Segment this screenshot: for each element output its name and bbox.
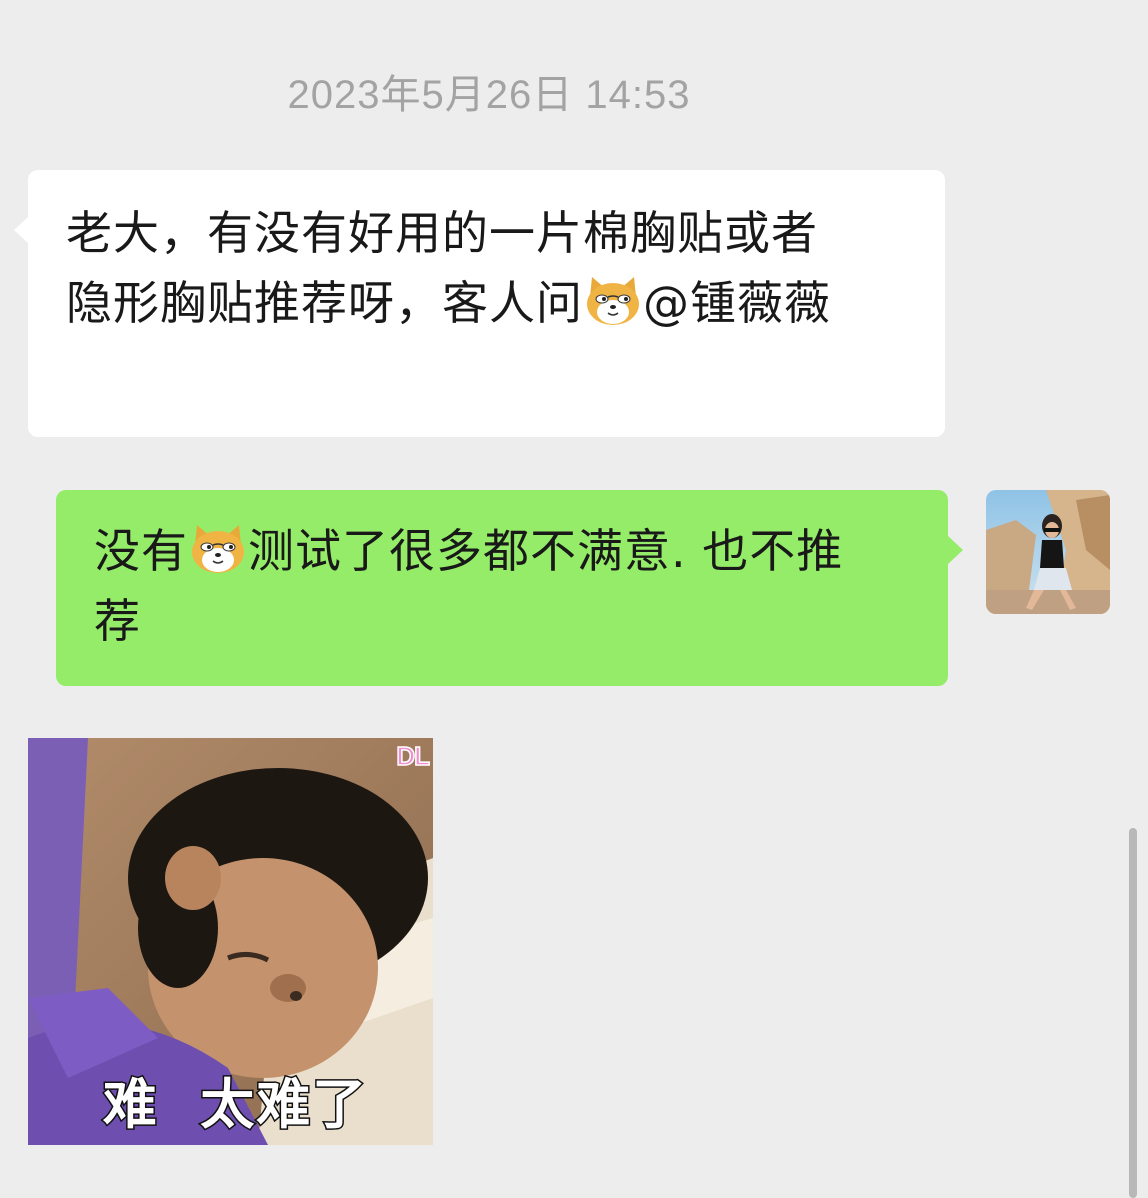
avatar-photo	[986, 490, 1110, 614]
mention-text[interactable]: @锺薇薇	[643, 276, 831, 330]
doge-emoji-icon	[192, 525, 244, 573]
incoming-message-bubble[interactable]: 老大，有没有好用的一片棉胸贴或者 隐形胸贴推荐呀，客人问 @锺薇薇	[14, 170, 945, 437]
message-text-line: 荐	[94, 586, 918, 656]
message-text-line: 隐形胸贴推荐呀，客人问 @锺薇薇	[66, 268, 909, 338]
message-text: 荐	[94, 594, 141, 648]
avatar[interactable]	[986, 490, 1110, 614]
message-text: 测试了很多都不满意. 也不推	[248, 524, 844, 578]
message-timestamp: 2023年5月26日 14:53	[287, 73, 691, 117]
outgoing-message-bubble[interactable]: 没有 测试了很多都不满意. 也不推 荐	[56, 490, 963, 686]
scrollbar[interactable]	[1129, 828, 1137, 1198]
message-text: 没有	[94, 524, 188, 578]
message-text: 老大，有没有好用的一片棉胸贴或者	[66, 206, 818, 260]
message-text-line: 老大，有没有好用的一片棉胸贴或者	[66, 198, 909, 268]
sticker-image[interactable]: DL 难 太难了	[28, 738, 433, 1145]
message-text: 隐形胸贴推荐呀，客人问	[66, 276, 583, 330]
sticker-caption: 难 太难了	[101, 1072, 369, 1138]
message-text-line: 没有 测试了很多都不满意. 也不推	[94, 516, 918, 586]
doge-emoji-icon	[587, 277, 639, 325]
sticker-watermark: DL	[396, 740, 431, 772]
